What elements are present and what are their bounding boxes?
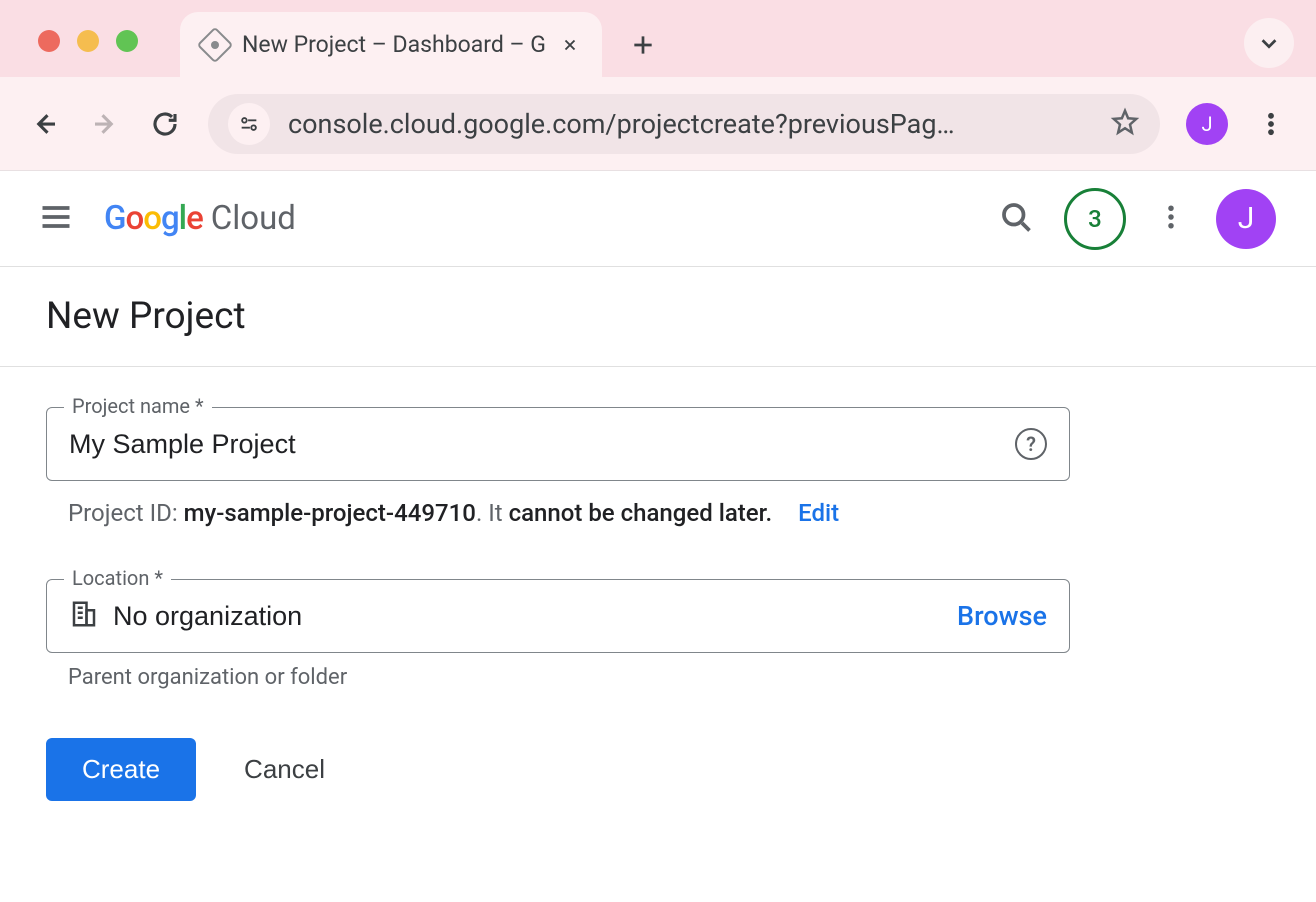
- cloud-logo-text: Cloud: [211, 199, 296, 238]
- location-field-group: Location * Browse Parent organization or…: [46, 579, 1270, 690]
- nav-forward-button[interactable]: [88, 107, 122, 141]
- new-tab-button[interactable]: [630, 12, 656, 77]
- page-title-section: New Project: [0, 267, 1316, 367]
- browser-tab[interactable]: New Project – Dashboard – G: [180, 12, 602, 77]
- project-name-field-group: Project name * ?: [46, 407, 1270, 481]
- nav-reload-button[interactable]: [148, 107, 182, 141]
- cloud-account-avatar[interactable]: J: [1216, 189, 1276, 249]
- location-label: Location *: [64, 566, 171, 590]
- omnibox[interactable]: console.cloud.google.com/projectcreate?p…: [208, 94, 1160, 154]
- browser-chrome: New Project – Dashboard – G: [0, 0, 1316, 77]
- cloud-overflow-menu-icon[interactable]: [1156, 202, 1186, 236]
- help-icon[interactable]: ?: [1015, 428, 1047, 460]
- browser-menu-button[interactable]: [1254, 107, 1288, 141]
- location-box: Browse: [46, 579, 1070, 653]
- tabs-dropdown-button[interactable]: [1244, 18, 1294, 68]
- window-controls: [38, 30, 138, 52]
- window-maximize-button[interactable]: [116, 30, 138, 52]
- create-button[interactable]: Create: [46, 738, 196, 801]
- window-close-button[interactable]: [38, 30, 60, 52]
- bookmark-star-icon[interactable]: [1110, 107, 1140, 141]
- project-id-row: Project ID: my-sample-project-449710. It…: [68, 499, 1270, 527]
- tab-close-icon[interactable]: [560, 35, 580, 55]
- project-id-text: Project ID: my-sample-project-449710. It…: [68, 499, 772, 527]
- tab-favicon-icon: [197, 26, 234, 63]
- notification-badge[interactable]: 3: [1064, 188, 1126, 250]
- cancel-button[interactable]: Cancel: [244, 738, 325, 801]
- cloud-header: Google Cloud 3 J: [0, 171, 1316, 267]
- project-id-edit-link[interactable]: Edit: [798, 499, 839, 527]
- tab-title: New Project – Dashboard – G: [242, 31, 546, 58]
- search-icon[interactable]: [998, 199, 1034, 239]
- site-settings-icon[interactable]: [228, 103, 270, 145]
- project-name-box: ?: [46, 407, 1070, 481]
- url-text: console.cloud.google.com/projectcreate?p…: [288, 108, 1092, 140]
- project-name-input[interactable]: [69, 429, 1001, 460]
- location-browse-link[interactable]: Browse: [957, 600, 1047, 632]
- location-helper-text: Parent organization or folder: [68, 665, 1270, 690]
- hamburger-icon[interactable]: [38, 199, 74, 239]
- address-bar-row: console.cloud.google.com/projectcreate?p…: [0, 77, 1316, 171]
- form-area: Project name * ? Project ID: my-sample-p…: [0, 367, 1316, 841]
- button-row: Create Cancel: [46, 738, 1270, 801]
- window-minimize-button[interactable]: [77, 30, 99, 52]
- organization-icon: [69, 599, 99, 633]
- nav-back-button[interactable]: [28, 107, 62, 141]
- project-name-label: Project name *: [64, 394, 212, 418]
- tab-strip: New Project – Dashboard – G: [180, 0, 656, 77]
- location-input[interactable]: [113, 601, 943, 632]
- browser-profile-avatar[interactable]: J: [1186, 103, 1228, 145]
- google-cloud-logo[interactable]: Google Cloud: [104, 199, 296, 238]
- page-title: New Project: [46, 295, 1270, 338]
